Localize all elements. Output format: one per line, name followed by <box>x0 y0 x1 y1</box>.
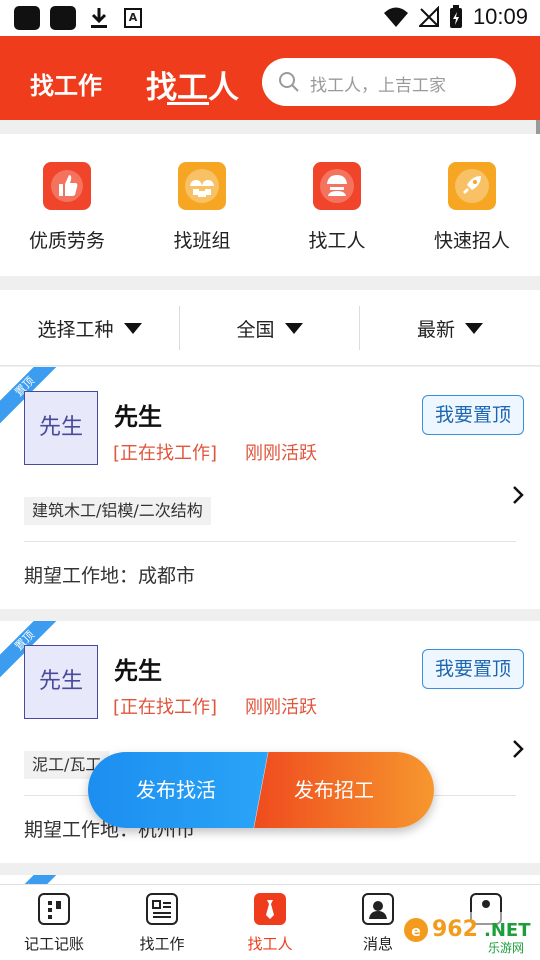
status-bar: A 10:09 <box>0 0 540 36</box>
sort-filter-label: 最新 <box>416 318 455 341</box>
region-filter-label: 全国 <box>236 318 275 341</box>
pin-top-button[interactable]: 我要置顶 <box>422 649 524 689</box>
wifi-icon <box>383 7 408 27</box>
caret-down-icon <box>123 322 142 334</box>
search-icon <box>279 72 299 92</box>
message-icon <box>362 893 394 925</box>
publish-job-seeking-button[interactable]: 发布找活 <box>88 752 268 828</box>
svg-text:.NET: .NET <box>484 920 531 941</box>
nav-label: 记工记账 <box>23 935 84 953</box>
ledger-icon <box>38 893 70 925</box>
expected-location: 期望工作地：成都市 <box>24 565 196 587</box>
thumbs-up-icon <box>43 162 91 210</box>
tab-find-workers[interactable]: 找工人 <box>146 62 239 107</box>
category-find-team[interactable]: 找班组 <box>142 162 262 253</box>
resume-icon <box>146 893 178 925</box>
worker-name: 先生 <box>114 403 162 431</box>
notification-icon <box>14 6 40 30</box>
svg-text:乐游网: 乐游网 <box>488 941 524 955</box>
chevron-right-icon[interactable] <box>512 485 524 505</box>
search-input[interactable]: 找工人，上吉工家 <box>262 58 516 106</box>
notification-icon <box>50 6 76 30</box>
nav-label: 找工作 <box>139 935 185 953</box>
category-row: 优质劳务 找班组 找工人 快速招人 <box>0 134 540 276</box>
rocket-icon <box>448 162 496 210</box>
watermark-logo: e 962 .NET 乐游网 <box>400 912 536 955</box>
job-status: [正在找工作] <box>113 443 218 464</box>
tie-icon <box>254 893 286 925</box>
category-quick-hire[interactable]: 快速招人 <box>412 162 532 253</box>
team-icon <box>178 162 226 210</box>
trade-filter-label: 选择工种 <box>37 318 114 341</box>
top-header: 找工作 找工人 找工人，上吉工家 <box>0 36 540 120</box>
battery-icon <box>449 5 462 28</box>
svg-text:962: 962 <box>432 917 478 942</box>
category-label: 找班组 <box>173 230 231 252</box>
trade-tag: 建筑木工/铝模/二次结构 <box>24 497 211 525</box>
avatar: 先生 <box>24 645 98 719</box>
category-quality-labor[interactable]: 优质劳务 <box>7 162 127 253</box>
publish-fab: 发布找活 发布招工 <box>88 752 434 828</box>
category-label: 快速招人 <box>433 230 510 252</box>
nav-item-find-work[interactable]: 找工作 <box>108 893 216 954</box>
search-placeholder: 找工人，上吉工家 <box>310 76 446 96</box>
nav-label: 找工人 <box>247 935 293 953</box>
worker-card[interactable]: 置顶 <box>0 875 540 884</box>
caret-down-icon <box>284 322 303 334</box>
publish-hiring-button[interactable]: 发布招工 <box>254 752 434 828</box>
activity-status: 刚刚活跃 <box>245 697 317 718</box>
filter-bar: 选择工种 全国 最新 <box>0 290 540 366</box>
status-indicators: 10:09 <box>383 4 528 30</box>
worker-card[interactable]: 置顶 先生 先生 [正在找工作] 刚刚活跃 我要置顶 建筑木工/铝模/二次结构 … <box>0 367 540 609</box>
clock: 10:09 <box>472 4 528 29</box>
worker-icon <box>313 162 361 210</box>
region-filter-dropdown[interactable]: 全国 <box>180 290 359 366</box>
download-icon <box>91 8 107 28</box>
job-status: [正在找工作] <box>113 697 218 718</box>
caret-down-icon <box>465 322 483 334</box>
active-tab-indicator <box>167 102 209 105</box>
category-label: 找工人 <box>308 230 366 252</box>
nav-item-find-workers[interactable]: 找工人 <box>216 893 324 954</box>
sort-filter-dropdown[interactable]: 最新 <box>360 290 540 366</box>
nav-item-ledger[interactable]: 记工记账 <box>0 893 108 954</box>
category-find-workers[interactable]: 找工人 <box>277 162 397 253</box>
activity-status: 刚刚活跃 <box>245 443 317 464</box>
pin-top-button[interactable]: 我要置顶 <box>422 395 524 435</box>
worker-name: 先生 <box>114 657 162 685</box>
divider <box>24 541 516 542</box>
pinned-ribbon: 置顶 <box>0 875 70 884</box>
trade-filter-dropdown[interactable]: 选择工种 <box>0 290 179 366</box>
svg-text:e: e <box>411 924 421 940</box>
avatar: 先生 <box>24 391 98 465</box>
tab-find-work[interactable]: 找工作 <box>30 66 102 101</box>
no-signal-icon <box>418 6 439 27</box>
keyboard-icon: A <box>124 8 142 28</box>
chevron-right-icon[interactable] <box>512 739 524 759</box>
category-label: 优质劳务 <box>28 230 105 252</box>
